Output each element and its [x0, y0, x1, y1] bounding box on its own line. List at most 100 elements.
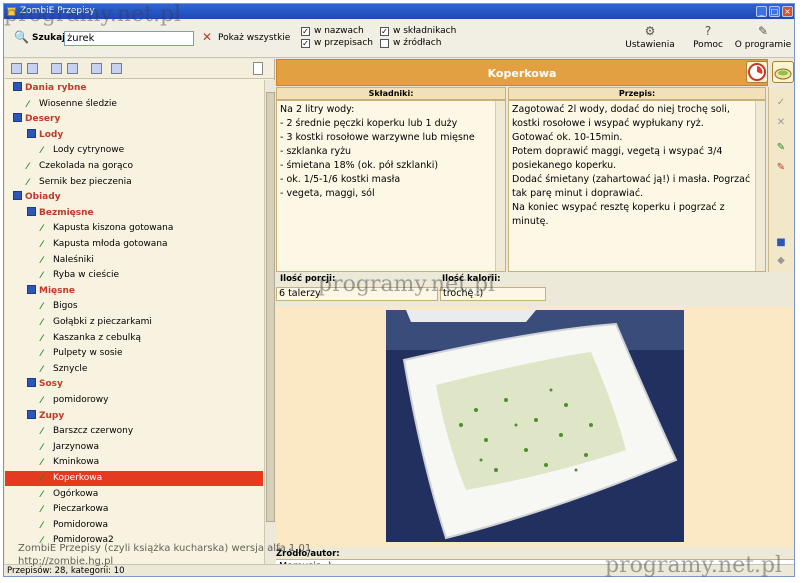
collapse-all-icon[interactable]: [27, 63, 38, 74]
tree-scrollbar[interactable]: [264, 80, 275, 564]
tree-item[interactable]: ⁄ Barszcz czerwony: [41, 424, 133, 439]
pen-icon: ⁄: [27, 177, 29, 188]
tree-item[interactable]: ⁄ pomidorowy: [41, 393, 108, 408]
search-icon: 🔍: [14, 30, 29, 44]
tree-item[interactable]: ⁄ Ogórkowa: [41, 487, 98, 502]
pen-icon: ⁄: [41, 396, 43, 406]
add-category-icon[interactable]: [51, 63, 62, 74]
tree-item-label: Pulpety w sosie: [53, 348, 123, 359]
instructions-scrollbar[interactable]: [755, 101, 765, 271]
tree-item-label: pomidorowy: [53, 395, 109, 405]
ingredient-line: - śmietana 18% (ok. pół szklanki): [280, 160, 439, 171]
tree-item-label: Ryba w cieście: [53, 270, 120, 281]
delete-recipe-icon[interactable]: ✎: [775, 162, 787, 174]
clear-filter-icon[interactable]: ✕: [202, 30, 212, 44]
delete-icon[interactable]: [91, 63, 102, 74]
pen-icon: ⁄: [41, 318, 43, 328]
tree-category[interactable]: Dania rybne: [13, 81, 87, 96]
tree-item[interactable]: ⁄ Kapusta młoda gotowana: [41, 237, 168, 252]
tree-toolbar: [5, 59, 274, 79]
tree-item[interactable]: ⁄ Czekolada na gorąco: [27, 159, 133, 174]
show-all-button[interactable]: Pokaż wszystkie: [218, 33, 290, 43]
pen-icon: ⁄: [41, 333, 43, 344]
settings-button[interactable]: ⚙ Ustawienia: [622, 24, 678, 50]
tree-category[interactable]: Bezmięsne: [27, 206, 94, 221]
help-icon: ?: [704, 24, 712, 38]
tree-item[interactable]: ⁄ Ryba w cieście: [41, 268, 119, 283]
tree-item[interactable]: ⁄ Kapusta kiszona gotowana: [41, 221, 173, 236]
cancel-icon[interactable]: ✕: [775, 117, 787, 129]
image-icon[interactable]: ◆: [775, 255, 787, 267]
edit-icon[interactable]: ✎: [775, 142, 787, 154]
help-button[interactable]: ? Pomoc: [688, 24, 728, 50]
save-recipe-icon[interactable]: ■: [775, 237, 787, 249]
maximize-button[interactable]: □: [769, 6, 780, 17]
tree-item-label: Sosy: [39, 379, 63, 390]
tree-item[interactable]: ⁄ Pieczarkowa: [41, 502, 108, 517]
tree-item[interactable]: ⁄ Wiosenne śledzie: [27, 97, 117, 112]
tree-item-label: Bezmięsne: [39, 207, 94, 218]
ingredient-line: - vegeta, maggi, sól: [280, 188, 375, 199]
accept-icon[interactable]: ✓: [775, 97, 787, 109]
instructions-text[interactable]: Zagotować 2l wody, dodać do niej trochę …: [508, 100, 766, 272]
search-input[interactable]: [64, 31, 194, 46]
save-icon[interactable]: [111, 63, 122, 74]
tree-category[interactable]: Lody: [27, 128, 63, 143]
ingredients-text[interactable]: Na 2 litry wody: - 2 średnie pęczki koper…: [276, 100, 506, 272]
tree-item-label: Naleśniki: [53, 254, 94, 265]
book-icon: [27, 206, 36, 216]
pen-icon: ⁄: [41, 240, 43, 250]
tree-item[interactable]: ⁄ Bigos: [41, 299, 78, 314]
tree-scrollbar-thumb[interactable]: [266, 92, 275, 522]
pen-icon: ⁄: [41, 489, 43, 500]
expand-all-icon[interactable]: [11, 63, 22, 74]
tree-item[interactable]: ⁄ Jarzynowa: [41, 440, 99, 455]
close-button[interactable]: ×: [782, 6, 793, 17]
checkbox-in-ingredients[interactable]: [380, 27, 389, 36]
checkbox-in-names-label: w nazwach: [314, 26, 364, 36]
checkbox-in-recipes-label: w przepisach: [314, 38, 373, 48]
watermark-bottom: programy.net.pl: [605, 553, 783, 578]
tree-category[interactable]: Zupy: [27, 409, 64, 424]
tree-item[interactable]: ⁄ Naleśniki: [41, 253, 94, 268]
tree-item-label: Barszcz czerwony: [53, 426, 134, 437]
new-document-icon[interactable]: [253, 62, 263, 75]
tree-item[interactable]: ⁄ Sernik bez pieczenia: [27, 175, 132, 190]
recipe-tree: Dania rybne ⁄ Wiosenne śledzie Desery Lody ⁄ L…: [5, 80, 263, 564]
dish-icon[interactable]: [772, 61, 794, 83]
tree-item[interactable]: ⁄ Lody cytrynowe: [41, 143, 124, 158]
about-button[interactable]: ✎ O programie: [734, 24, 792, 50]
tree-category[interactable]: Desery: [13, 112, 60, 127]
add-recipe-icon[interactable]: [67, 63, 78, 74]
instruction-line: Dodać śmietany (zahartować ją!) i masła.…: [512, 174, 751, 199]
tree-item-label: Lody cytrynowe: [53, 145, 125, 156]
checkbox-in-names[interactable]: [301, 27, 310, 36]
checkbox-in-sources[interactable]: [380, 39, 389, 48]
pen-icon: ⁄: [41, 349, 43, 360]
tree-item[interactable]: ⁄ Pomidorowa: [41, 518, 108, 533]
recipe-details-panel: Koperkowa Składniki: Przepis: Na 2 litry…: [276, 59, 794, 574]
timer-icon[interactable]: [746, 61, 768, 83]
tree-category[interactable]: Sosy: [27, 377, 63, 392]
gear-icon: ⚙: [644, 24, 656, 38]
edit-tools: ✓ ✕ ✎ ✎ ■ ◆: [768, 87, 794, 272]
pen-icon: ⁄: [41, 302, 43, 313]
pen-icon: ⁄: [41, 505, 43, 516]
tree-item-label: Desery: [25, 114, 61, 125]
ingredients-scrollbar[interactable]: [495, 101, 505, 271]
tree-item[interactable]: ⁄ Sznycle: [41, 362, 87, 377]
tree-item-label: Pomidorowa: [53, 519, 108, 530]
tree-item[interactable]: ⁄ Pulpety w sosie: [41, 346, 123, 361]
tree-category[interactable]: Obiady: [13, 190, 61, 205]
book-icon: [13, 82, 22, 91]
tree-item[interactable]: ⁄ Gołąbki z pieczarkami: [41, 315, 152, 330]
tree-category[interactable]: Mięsne: [27, 284, 75, 299]
tree-item-label: Sznycle: [53, 363, 88, 374]
tree-item[interactable]: ⁄ Kminkowa: [41, 455, 99, 470]
pen-icon: ⁄: [41, 474, 43, 484]
pen-icon: ⁄: [41, 255, 43, 266]
tree-item[interactable]: ⁄ Koperkowa: [5, 471, 263, 486]
minimize-button[interactable]: _: [756, 6, 767, 17]
tree-item[interactable]: ⁄ Kaszanka z cebulką: [41, 331, 141, 346]
checkbox-in-recipes[interactable]: [301, 39, 310, 48]
